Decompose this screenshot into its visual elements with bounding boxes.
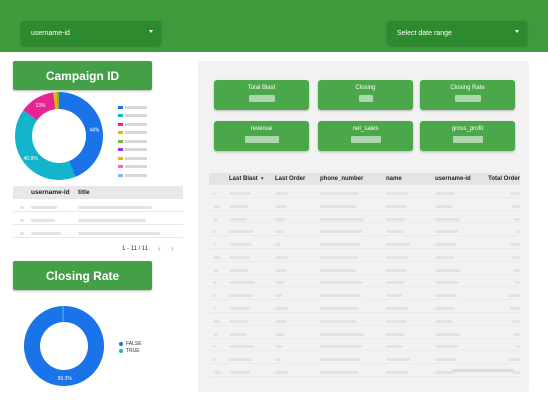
kpi-closing: Closing [318, 80, 413, 110]
filter-bar: username-id Select date range [0, 0, 548, 52]
legend-swatch-icon [118, 131, 123, 135]
pager-range: 1 - 11 / 11 [122, 245, 149, 252]
kpi-closing-rate: Closing Rate [420, 80, 515, 110]
donut-slice-label: 99.3% [58, 376, 73, 382]
kpi-revenue: revenue [214, 121, 309, 151]
username-filter-dropdown[interactable]: username-id [21, 21, 161, 45]
column-header-title[interactable]: title [78, 189, 90, 196]
orders-table-body [209, 185, 520, 377]
campaign-legend [118, 103, 148, 180]
kpi-gross-profit: gross_profit [420, 121, 515, 151]
legend-swatch-icon [118, 105, 123, 109]
legend-swatch-icon [119, 341, 123, 346]
chevron-down-icon [515, 30, 519, 33]
date-range-label: Select date range [397, 29, 452, 37]
orders-table: Last Blast ▼ Last Order phone_number name… [209, 173, 520, 377]
legend-item [118, 146, 148, 155]
legend-swatch-icon [118, 165, 123, 169]
legend-swatch-icon [118, 139, 123, 143]
legend-item [118, 103, 148, 112]
donut-slice-label: 44% [89, 127, 100, 133]
legend-item-true: TRUE [119, 347, 142, 354]
donut-slice-label: 13% [35, 103, 46, 109]
legend-item [118, 137, 148, 146]
orders-table-pager [452, 369, 514, 372]
campaign-table: username-id title [13, 186, 183, 238]
legend-swatch-icon [118, 122, 123, 126]
legend-swatch-icon [118, 114, 123, 118]
campaign-table-pager: 1 - 11 / 11 ‹ › [122, 244, 173, 253]
legend-swatch-icon [118, 156, 123, 160]
date-range-dropdown[interactable]: Select date range [387, 21, 527, 45]
legend-item [118, 163, 148, 172]
donut-slice[interactable] [14, 110, 76, 180]
kpi-net-sales: net_sales [318, 121, 413, 151]
legend-item [118, 154, 148, 163]
closing-rate-legend: FALSE TRUE [119, 340, 142, 354]
chevron-down-icon [149, 30, 153, 33]
table-row[interactable] [13, 225, 183, 238]
legend-swatch-icon [119, 348, 123, 353]
column-header-username-id[interactable]: username-id [31, 189, 78, 196]
legend-swatch-icon [118, 173, 123, 177]
kpi-total-blast: Total Blast [214, 80, 309, 110]
campaign-id-title: Campaign ID [13, 61, 152, 90]
legend-swatch-icon [118, 148, 123, 152]
chevron-right-icon[interactable]: › [171, 244, 174, 253]
closing-rate-title: Closing Rate [13, 261, 152, 290]
donut-slice-label: 40.9% [24, 156, 39, 162]
closing-rate-donut-chart: 99.3% [24, 306, 104, 386]
chevron-left-icon[interactable]: ‹ [158, 244, 161, 253]
legend-item [118, 129, 148, 138]
legend-item-false: FALSE [119, 340, 142, 347]
legend-item [118, 112, 148, 121]
legend-item [118, 171, 148, 180]
username-filter-label: username-id [31, 29, 70, 37]
legend-item [118, 120, 148, 129]
